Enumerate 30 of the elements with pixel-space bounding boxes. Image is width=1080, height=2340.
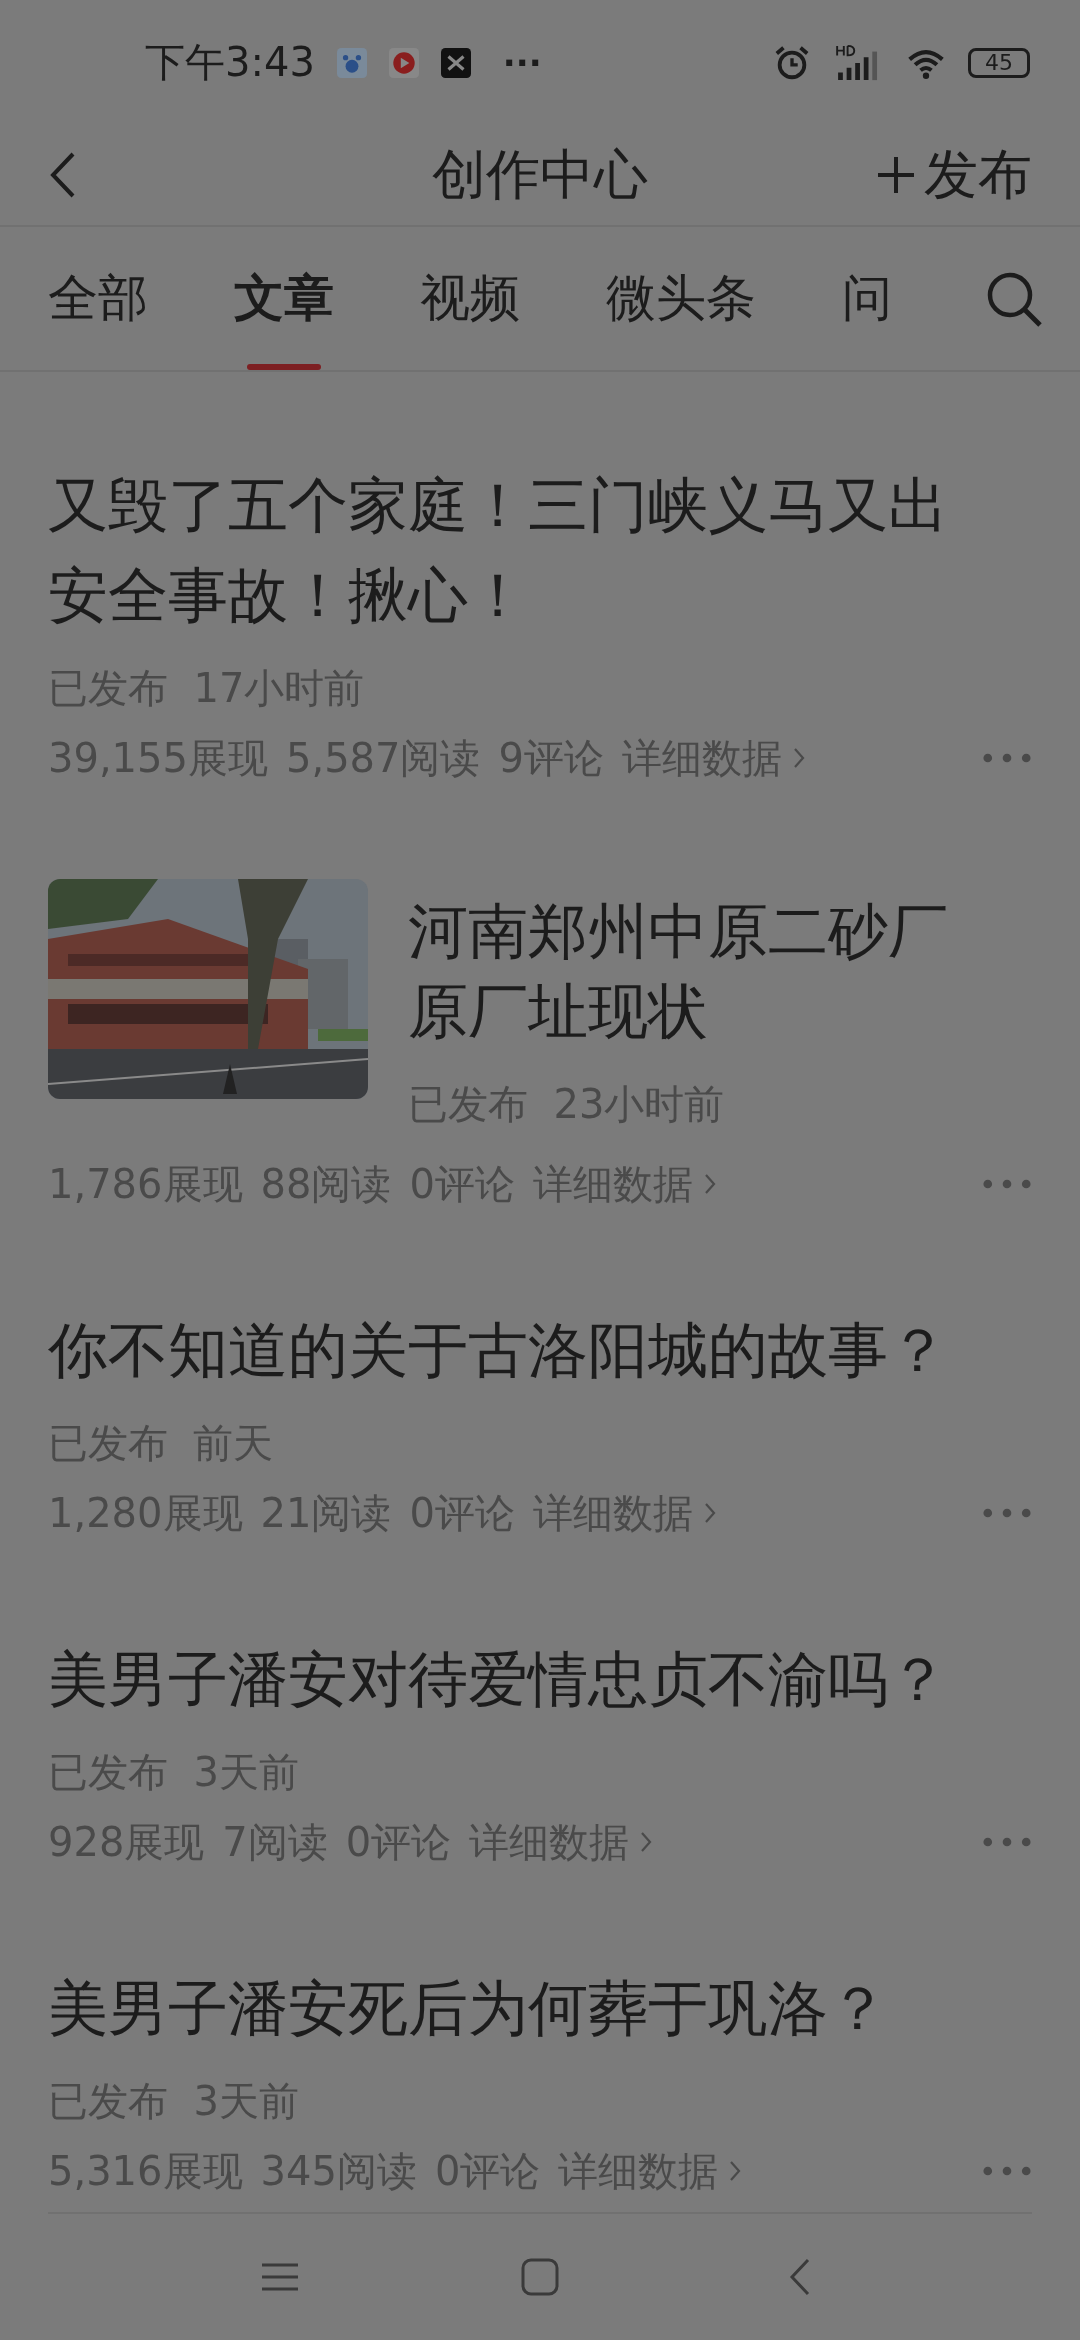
article-title[interactable]: 美男子潘安对待爱情忠贞不渝吗？ <box>48 1634 978 1724</box>
paw-app-icon <box>336 47 367 78</box>
home-icon[interactable] <box>520 2257 560 2297</box>
status-time: 下午3:43 <box>145 38 315 87</box>
tab[interactable]: 微头条 <box>606 227 756 370</box>
article-title[interactable]: 河南郑州中原二砂厂原厂址现状 <box>408 891 978 1051</box>
tab[interactable]: 文章 <box>234 227 334 370</box>
tab[interactable]: 问 <box>842 227 892 370</box>
page-title: 创作中心 <box>431 141 649 208</box>
cross-app-icon <box>440 47 471 78</box>
tab[interactable]: 全部 <box>48 227 148 370</box>
article-title[interactable]: 你不知道的关于古洛阳城的故事？ <box>48 1305 978 1395</box>
more-icon[interactable] <box>982 2165 1032 2177</box>
status-more: ··· <box>502 42 542 83</box>
more-icon[interactable] <box>982 1178 1032 1190</box>
chevron-icon <box>702 1172 717 1196</box>
article-title[interactable]: 美男子潘安死后为何葬于巩洛？ <box>48 1963 978 2053</box>
chevron-icon <box>728 2159 743 2183</box>
plus-icon <box>876 155 916 195</box>
tab[interactable]: 视频 <box>420 227 520 370</box>
article-title[interactable]: 又毁了五个家庭！三门峡义马又出安全事故！揪心！ <box>48 460 978 640</box>
chevron-icon <box>791 746 806 770</box>
more-icon[interactable] <box>982 1507 1032 1519</box>
chevron-icon <box>639 1830 654 1854</box>
more-icon[interactable] <box>982 752 1032 764</box>
more-icon[interactable] <box>982 1836 1032 1848</box>
play-app-icon <box>388 47 419 78</box>
chevron-icon <box>702 1501 717 1525</box>
battery-icon: 45 <box>968 47 1030 78</box>
publish-button[interactable]: 发布 <box>876 138 1032 212</box>
